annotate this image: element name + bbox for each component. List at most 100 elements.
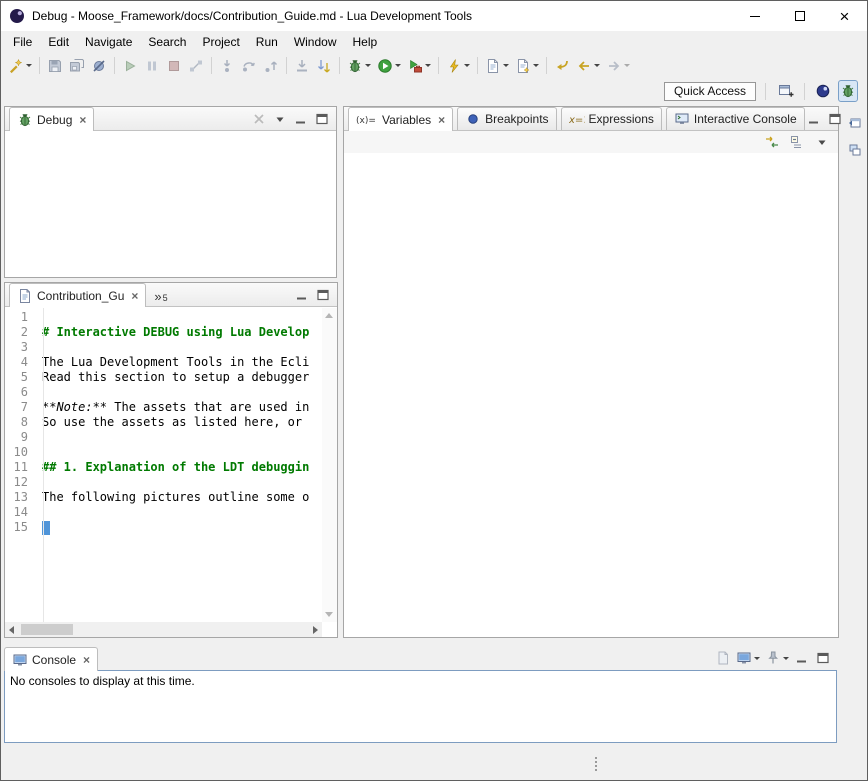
dropdown-arrow-icon[interactable] <box>533 64 539 67</box>
tab-console[interactable]: Console × <box>4 647 98 671</box>
new-lua-file-button[interactable] <box>483 55 511 77</box>
minimized-view-stack-button[interactable] <box>845 139 865 161</box>
scroll-down-icon[interactable] <box>325 612 333 617</box>
skip-all-breakpoints-button[interactable] <box>89 55 109 77</box>
resize-gripper[interactable] <box>595 757 597 773</box>
line-number: 14 <box>5 505 36 520</box>
new-wizard-button[interactable] <box>513 55 541 77</box>
scroll-left-icon[interactable] <box>9 626 14 634</box>
use-step-filters-button[interactable] <box>314 55 334 77</box>
debug-button[interactable] <box>345 55 373 77</box>
resume-icon <box>122 58 138 74</box>
editor-line[interactable]: 10 <box>5 445 322 460</box>
new-button[interactable] <box>6 55 34 77</box>
editor-line[interactable]: 7**Note:** The assets that are used in <box>5 400 322 415</box>
close-tab-icon[interactable]: × <box>438 114 445 126</box>
menu-project[interactable]: Project <box>194 32 247 52</box>
last-edit-location-button[interactable] <box>552 55 572 77</box>
maximize-debug-view-button[interactable] <box>313 110 331 128</box>
editor-line[interactable]: 12 <box>5 475 322 490</box>
editor-line[interactable]: 8So use the assets as listed here, or <box>5 415 322 430</box>
editor-line[interactable]: 13The following pictures outline some o <box>5 490 322 505</box>
stepover-icon <box>241 58 257 74</box>
menu-search[interactable]: Search <box>140 32 194 52</box>
pin-console-button[interactable] <box>764 649 790 667</box>
debug-perspective-button[interactable] <box>838 80 858 102</box>
dropdown-arrow-icon[interactable] <box>365 64 371 67</box>
minimize-console-view-button[interactable] <box>793 649 811 667</box>
menu-run[interactable]: Run <box>248 32 286 52</box>
close-tab-icon[interactable]: × <box>83 654 90 666</box>
external-tools-button[interactable] <box>405 55 433 77</box>
line-text <box>36 445 42 460</box>
minimize-editor-button[interactable] <box>293 286 311 304</box>
editor-line[interactable]: 4The Lua Development Tools in the Ecli <box>5 355 322 370</box>
maximize-variables-view-button[interactable] <box>826 110 844 128</box>
dropdown-arrow-icon[interactable] <box>503 64 509 67</box>
open-task-button[interactable] <box>444 55 472 77</box>
show-logical-structure-button[interactable] <box>762 131 782 153</box>
dropdown-arrow-icon[interactable] <box>783 657 789 660</box>
debug-view-menu-button[interactable] <box>271 110 289 128</box>
debug-view-content <box>5 132 336 277</box>
maximize-window-button[interactable] <box>777 1 822 31</box>
editor-line[interactable]: 3 <box>5 340 322 355</box>
dropdown-arrow-icon[interactable] <box>425 64 431 67</box>
tab-expressions[interactable]: x=?Expressions <box>561 107 662 130</box>
menu-window[interactable]: Window <box>286 32 345 52</box>
scroll-right-icon[interactable] <box>313 626 318 634</box>
back-button[interactable] <box>574 55 602 77</box>
editor-line[interactable]: 14 <box>5 505 322 520</box>
menu-navigate[interactable]: Navigate <box>77 32 140 52</box>
tab-variables[interactable]: (x)=Variables× <box>348 107 453 131</box>
menu-file[interactable]: File <box>5 32 40 52</box>
editor-horizontal-scrollbar[interactable] <box>5 622 322 637</box>
maximize-console-view-button[interactable] <box>814 649 832 667</box>
editor-line[interactable]: 15 <box>5 520 322 535</box>
editor-overflow-chevron[interactable]: » 5 <box>154 290 167 303</box>
close-window-button[interactable]: × <box>822 1 867 31</box>
menu-help[interactable]: Help <box>345 32 386 52</box>
maximize-icon <box>815 650 831 666</box>
minimize-window-button[interactable] <box>732 1 777 31</box>
tab-breakpoints[interactable]: Breakpoints <box>457 107 556 130</box>
editor-line[interactable]: 1 <box>5 310 322 325</box>
lua-perspective-button[interactable] <box>813 80 833 102</box>
tab-contribution-guide[interactable]: Contribution_Gu × <box>9 283 146 307</box>
minimize-debug-view-button[interactable] <box>292 110 310 128</box>
close-tab-icon[interactable]: × <box>79 114 86 126</box>
editor-line[interactable]: 6 <box>5 385 322 400</box>
open-console-button[interactable] <box>735 649 761 667</box>
dropdown-arrow-icon[interactable] <box>464 64 470 67</box>
open-perspective-button[interactable] <box>776 80 796 102</box>
variables-view-menu-button[interactable] <box>812 131 832 153</box>
tab-debug[interactable]: Debug × <box>9 107 94 131</box>
menu-edit[interactable]: Edit <box>40 32 77 52</box>
tab-interactive-console[interactable]: Interactive Console <box>666 107 805 130</box>
collapse-all-button[interactable] <box>787 131 807 153</box>
editor-line[interactable]: 9 <box>5 430 322 445</box>
close-tab-icon[interactable]: × <box>131 290 138 302</box>
minimize-variables-view-button[interactable] <box>805 110 823 128</box>
restore-minimized-view-button[interactable] <box>845 112 865 134</box>
dropdown-arrow-icon[interactable] <box>395 64 401 67</box>
scrollbar-thumb[interactable] <box>21 624 73 635</box>
maximize-editor-button[interactable] <box>314 286 332 304</box>
quick-access-box[interactable]: Quick Access <box>664 82 756 101</box>
dropdown-arrow-icon[interactable] <box>26 64 32 67</box>
editor-line[interactable]: 2# Interactive DEBUG using Lua Develop <box>5 325 322 340</box>
run-button[interactable] <box>375 55 403 77</box>
editor-content[interactable]: 12# Interactive DEBUG using Lua Develop3… <box>5 308 322 622</box>
editor-panel: Contribution_Gu × » 5 12# Interactive DE… <box>4 282 338 638</box>
dropdown-arrow-icon[interactable] <box>594 64 600 67</box>
window-title: Debug - Moose_Framework/docs/Contributio… <box>32 9 472 23</box>
editor-line[interactable]: 5Read this section to setup a debugger <box>5 370 322 385</box>
line-text: **Note:** The assets that are used in <box>36 400 309 415</box>
editor-line[interactable]: 11## 1. Explanation of the LDT debuggin <box>5 460 322 475</box>
scroll-up-icon[interactable] <box>325 313 333 318</box>
editor-vertical-scrollbar[interactable] <box>322 308 337 622</box>
dropdown-arrow-icon[interactable] <box>624 64 630 67</box>
console-view-tabbar: Console × <box>4 646 837 670</box>
line-text: So use the assets as listed here, or <box>36 415 309 430</box>
dropdown-arrow-icon[interactable] <box>754 657 760 660</box>
